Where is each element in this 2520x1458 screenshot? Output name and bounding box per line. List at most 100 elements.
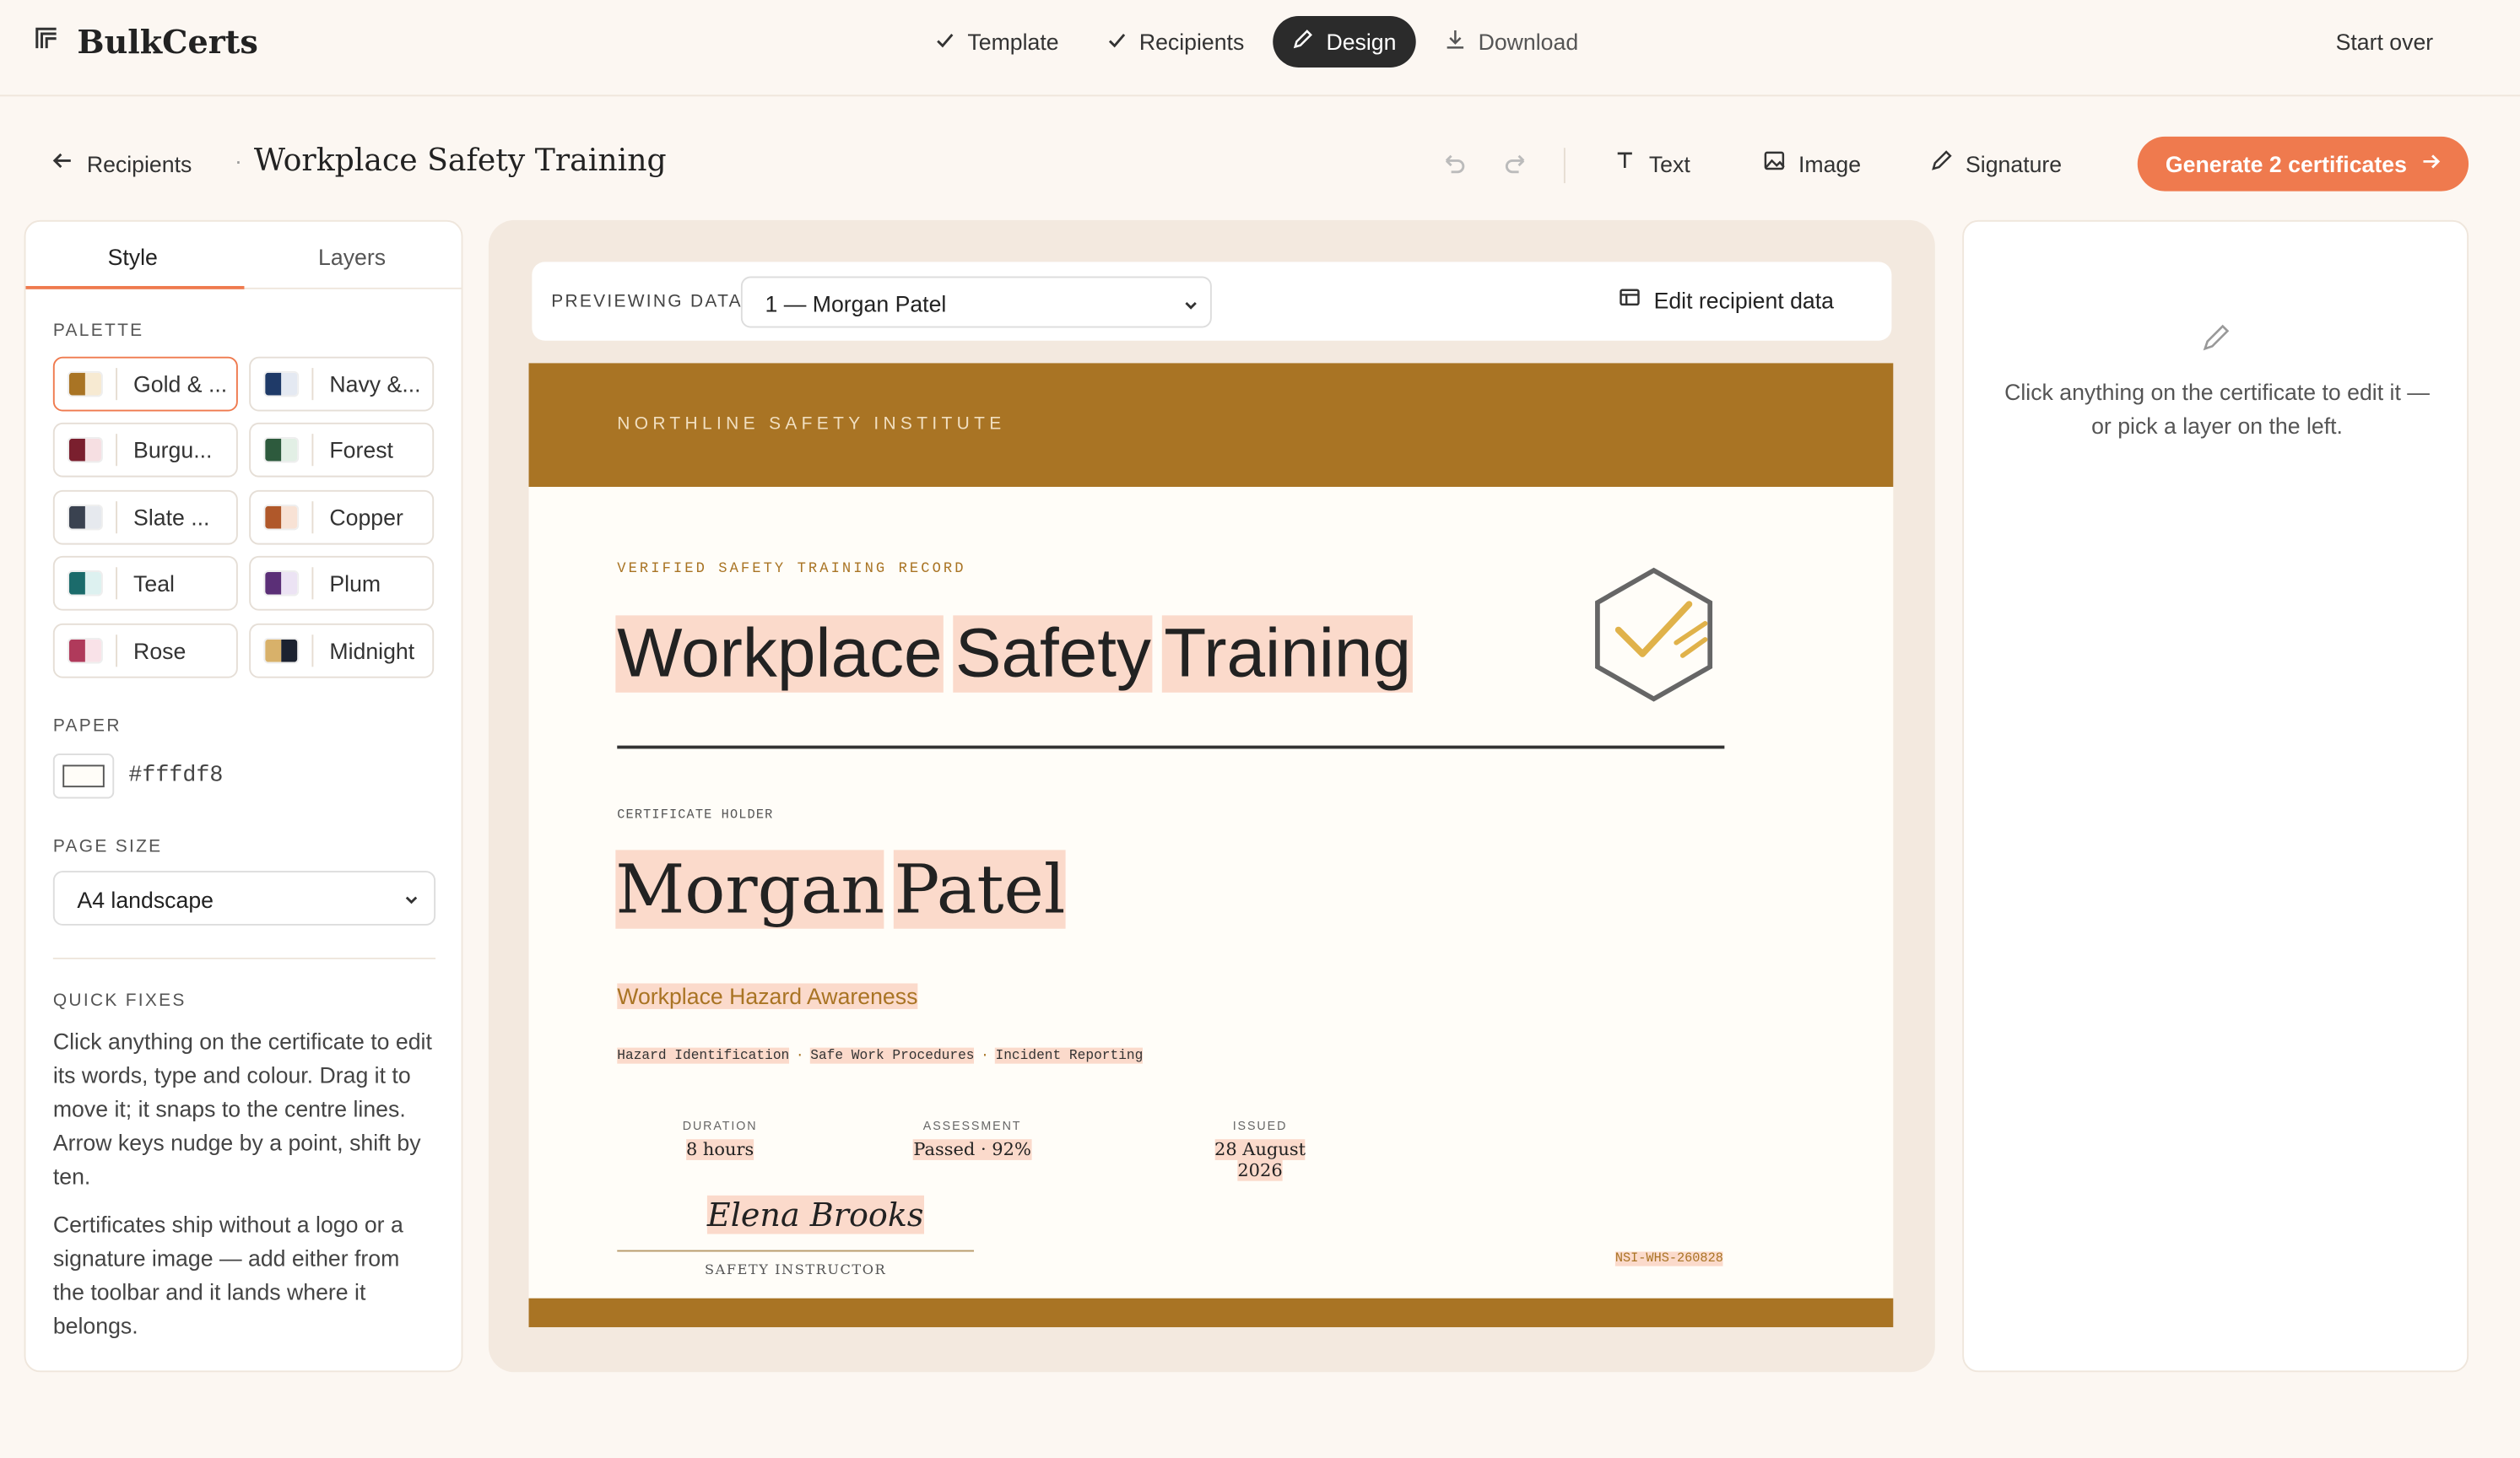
palette-swatch-1[interactable]: Gold & ... xyxy=(52,356,238,412)
topics-line[interactable]: Hazard Identification · Safe Work Procedur… xyxy=(617,1047,1144,1064)
palette-label: Midnight xyxy=(329,638,415,664)
add-text-button[interactable]: Text xyxy=(1614,149,1690,176)
quick-fixes-label: QUICK FIXES xyxy=(52,991,187,1011)
pencil-icon xyxy=(1292,29,1313,54)
palette-swatch-3[interactable]: Burgu... xyxy=(52,422,238,478)
palette-chip-divider xyxy=(116,368,118,401)
palette-color-chip xyxy=(67,370,103,397)
signature[interactable]: Elena Brooks xyxy=(706,1195,924,1234)
title-word[interactable]: Training xyxy=(1162,615,1413,693)
step-template[interactable]: Template xyxy=(916,16,1078,68)
meta-issued[interactable]: ISSUED 28 August 2026 xyxy=(1189,1118,1331,1181)
title-word[interactable]: Safety xyxy=(953,615,1153,693)
step-download[interactable]: Download xyxy=(1425,16,1598,68)
palette-swatch-4[interactable]: Forest xyxy=(249,422,435,478)
recipient-select[interactable]: 1 — Morgan Patel xyxy=(740,276,1212,328)
properties-hint: Click anything on the certificate to edi… xyxy=(2004,379,2430,439)
palette-swatch-6[interactable]: Copper xyxy=(249,489,435,545)
text-icon xyxy=(1614,149,1636,176)
palette-color-chip xyxy=(263,638,300,664)
step-label: Design xyxy=(1326,29,1397,55)
title-word[interactable]: Workplace xyxy=(615,615,944,693)
palette-swatch-9[interactable]: Rose xyxy=(52,623,238,678)
chevron-down-icon xyxy=(402,888,421,914)
meta-value: 28 August 2026 xyxy=(1214,1139,1306,1181)
name-word[interactable]: Morgan xyxy=(615,850,885,929)
palette-swatch-7[interactable]: Teal xyxy=(52,555,238,611)
signature-line[interactable] xyxy=(617,1250,975,1252)
recipient-select-value: 1 — Morgan Patel xyxy=(765,290,947,317)
paper-color-swatch[interactable] xyxy=(52,753,115,799)
course-name-text: Workplace Hazard Awareness xyxy=(617,983,918,1009)
arrow-left-icon xyxy=(51,149,74,176)
style-panel: Style Layers PALETTE Gold & ... Navy &...… xyxy=(24,219,463,1373)
palette-label: PALETTE xyxy=(52,321,144,341)
palette-color-chip xyxy=(263,570,300,597)
palette-color-chip xyxy=(67,638,103,664)
palette-swatch-8[interactable]: Plum xyxy=(249,555,435,611)
verified-label[interactable]: VERIFIED SAFETY TRAINING RECORD xyxy=(617,561,965,577)
tool-label: Signature xyxy=(1966,150,2063,176)
palette-label: Gold & ... xyxy=(133,370,228,397)
palette-swatch-10[interactable]: Midnight xyxy=(249,623,435,678)
name-word[interactable]: Patel xyxy=(894,850,1066,929)
meta-label: DURATION xyxy=(682,1118,758,1133)
palette-label: Teal xyxy=(133,570,175,597)
signature-role[interactable]: SAFETY INSTRUCTOR xyxy=(617,1263,974,1279)
palette-chip-divider xyxy=(116,434,118,467)
topic-separator: · xyxy=(795,1047,804,1064)
step-label: Template xyxy=(967,29,1059,55)
course-name[interactable]: Workplace Hazard Awareness xyxy=(617,983,918,1009)
signature-name: Elena Brooks xyxy=(706,1195,924,1234)
step-recipients[interactable]: Recipients xyxy=(1088,16,1263,68)
palette-chip-divider xyxy=(311,501,314,534)
tool-label: Text xyxy=(1648,150,1690,176)
certificate-title[interactable]: Workplace Safety Training xyxy=(615,615,1422,694)
meta-value: Passed · 92% xyxy=(913,1139,1031,1160)
palette-chip-divider xyxy=(311,567,314,600)
chevron-down-icon xyxy=(1182,294,1201,319)
recipient-name[interactable]: Morgan Patel xyxy=(615,850,1075,929)
step-design[interactable]: Design xyxy=(1273,16,1416,68)
stacked-pages-icon xyxy=(32,24,61,61)
palette-color-chip xyxy=(67,504,103,531)
palette-swatch-5[interactable]: Slate ... xyxy=(52,489,238,545)
add-image-button[interactable]: Image xyxy=(1763,149,1861,176)
brand[interactable]: BulkCerts xyxy=(32,23,258,61)
certificate-id[interactable]: NSI-WHS-260828 xyxy=(1614,1251,1723,1266)
palette-chip-divider xyxy=(311,634,314,667)
checkmark-badge-icon[interactable] xyxy=(1589,565,1717,711)
divider xyxy=(52,957,436,959)
undo-icon[interactable] xyxy=(1438,149,1467,186)
title-rule[interactable] xyxy=(617,745,1725,749)
generate-label: Generate 2 certificates xyxy=(2165,151,2407,177)
holder-label[interactable]: CERTIFICATE HOLDER xyxy=(617,808,773,823)
quick-fixes-note: Certificates ship without a logo or a si… xyxy=(52,1211,403,1339)
institute-name[interactable]: NORTHLINE SAFETY INSTITUTE xyxy=(617,414,1005,434)
meta-assessment[interactable]: ASSESSMENT Passed · 92% xyxy=(908,1118,1036,1160)
download-icon xyxy=(1445,29,1466,54)
tab-style[interactable]: Style xyxy=(108,244,158,269)
generate-certificates-button[interactable]: Generate 2 certificates xyxy=(2137,136,2469,192)
panel-tabs: Style Layers xyxy=(25,222,462,289)
add-signature-button[interactable]: Signature xyxy=(1930,149,2062,176)
start-over-button[interactable]: Start over xyxy=(2336,29,2434,54)
redo-icon[interactable] xyxy=(1503,149,1532,186)
palette-chip-divider xyxy=(116,501,118,534)
certificate-footer-band[interactable] xyxy=(528,1298,1894,1327)
page-title: Workplace Safety Training xyxy=(253,143,667,179)
back-to-recipients-link[interactable]: Recipients xyxy=(51,149,192,176)
check-icon xyxy=(935,29,954,54)
page-size-select[interactable]: A4 landscape xyxy=(52,871,436,926)
topic: Incident Reporting xyxy=(995,1047,1144,1064)
meta-label: ISSUED xyxy=(1232,1118,1288,1133)
palette-color-chip xyxy=(263,370,300,397)
pencil-icon xyxy=(2200,321,2232,362)
meta-duration[interactable]: DURATION 8 hours xyxy=(680,1118,760,1160)
meta-label: ASSESSMENT xyxy=(922,1118,1022,1133)
palette-chip-divider xyxy=(116,634,118,667)
palette-swatch-2[interactable]: Navy &... xyxy=(249,356,435,412)
certificate-canvas[interactable]: NORTHLINE SAFETY INSTITUTE VERIFIED SAFE… xyxy=(528,363,1894,1327)
tab-layers[interactable]: Layers xyxy=(318,244,386,269)
edit-recipient-data-button[interactable]: Edit recipient data xyxy=(1619,286,1834,313)
